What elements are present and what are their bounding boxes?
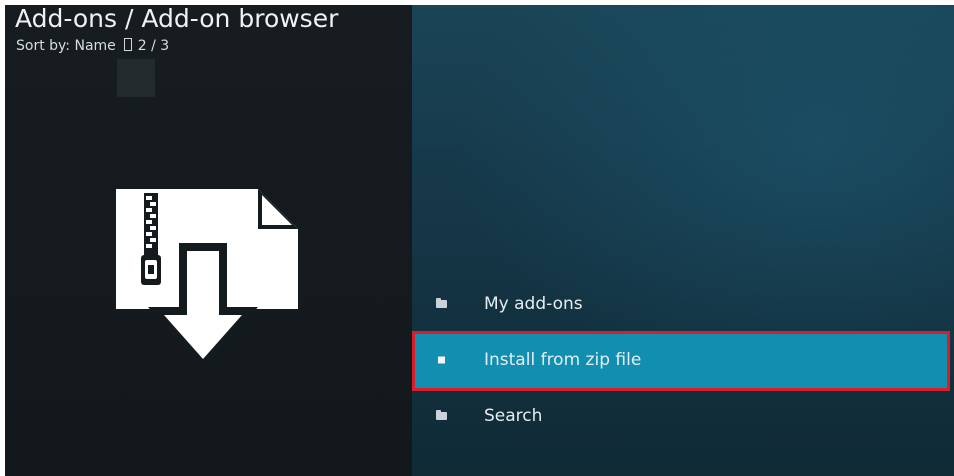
- install-from-zip-icon: [116, 189, 298, 369]
- folder-icon: [436, 298, 447, 308]
- left-info-pane: [5, 5, 412, 476]
- menu-item-label: My add-ons: [484, 294, 583, 314]
- sort-label[interactable]: Sort by: Name: [16, 38, 116, 54]
- square-icon: [438, 356, 445, 364]
- menu-item-label: Install from zip file: [484, 350, 642, 370]
- folder-icon: [436, 410, 447, 420]
- menu-item-my-addons[interactable]: My add-ons: [412, 276, 949, 332]
- menu-item-label: Search: [484, 406, 543, 426]
- menu-item-install-from-zip[interactable]: Install from zip file: [412, 332, 949, 388]
- page-counter: 2 / 3: [137, 38, 170, 54]
- faded-thumbnail: [117, 59, 155, 97]
- menu-item-search[interactable]: Search: [412, 388, 949, 444]
- sort-and-page-info: Sort by: Name 2 / 3: [16, 37, 169, 55]
- separator-icon: [123, 38, 132, 51]
- addon-browser-menu: My add-ons Install from zip file Search: [412, 276, 949, 444]
- page-title: Add-ons / Add-on browser: [15, 4, 339, 33]
